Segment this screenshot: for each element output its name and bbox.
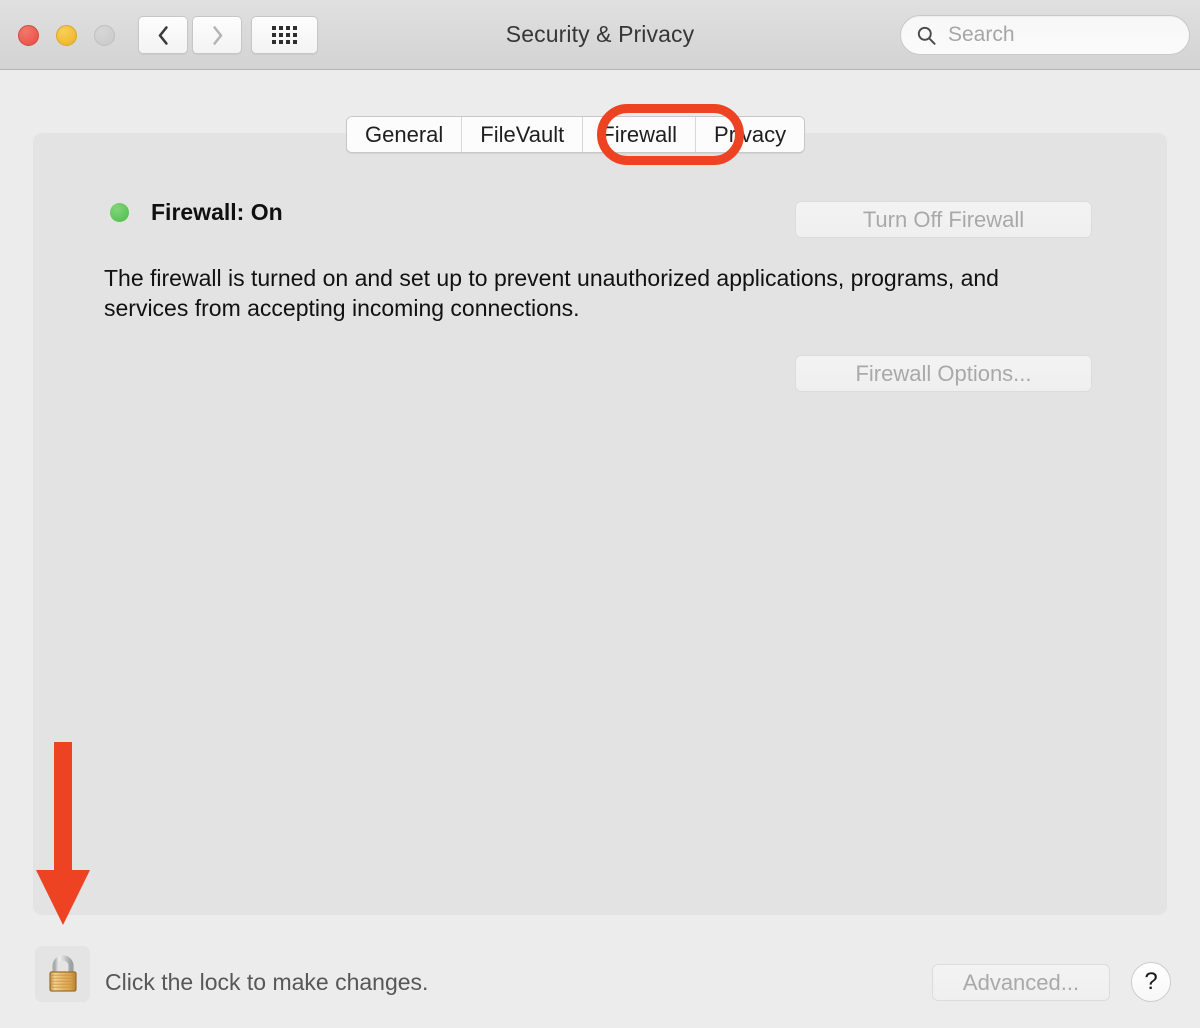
tab-firewall[interactable]: Firewall — [583, 117, 697, 152]
tab-privacy[interactable]: Privacy — [696, 117, 805, 152]
firewall-status-label: Firewall: On — [151, 199, 283, 225]
system-preferences-window: Security & Privacy General FileVault Fir… — [0, 0, 1200, 1028]
lock-icon — [48, 955, 77, 992]
title-bar: Security & Privacy — [0, 0, 1200, 70]
firewall-description: The firewall is turned on and set up to … — [104, 265, 999, 321]
firewall-status-row: Firewall: On — [110, 199, 283, 226]
tab-filevault[interactable]: FileVault — [462, 117, 584, 152]
firewall-options-button[interactable]: Firewall Options... — [795, 355, 1092, 392]
help-button[interactable]: ? — [1131, 962, 1171, 1002]
lock-button[interactable] — [35, 946, 90, 1002]
preference-pane-panel — [33, 133, 1167, 915]
lock-caption: Click the lock to make changes. — [105, 969, 429, 995]
search-icon — [917, 26, 936, 45]
tab-bar: General FileVault Firewall Privacy — [346, 116, 806, 153]
status-indicator-icon — [110, 203, 129, 222]
search-input[interactable] — [946, 22, 1165, 48]
search-field[interactable] — [900, 15, 1190, 55]
tab-general[interactable]: General — [347, 117, 463, 152]
advanced-button[interactable]: Advanced... — [932, 964, 1110, 1001]
turn-off-firewall-button[interactable]: Turn Off Firewall — [795, 201, 1092, 238]
